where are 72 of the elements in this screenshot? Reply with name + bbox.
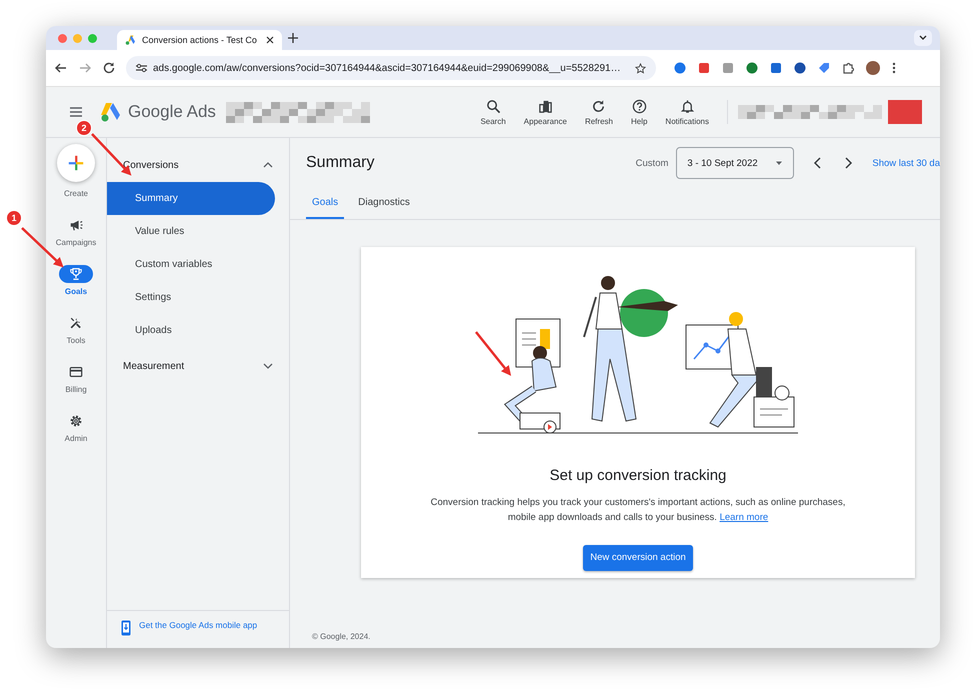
card-heading: Set up conversion tracking [550, 467, 726, 484]
caret-icon [775, 159, 784, 167]
page-tab[interactable]: Goals [306, 188, 344, 219]
back-icon[interactable] [54, 61, 68, 75]
learn-more-link[interactable]: Learn more [720, 512, 768, 523]
phone-download-icon [121, 620, 131, 636]
nav-item[interactable]: Summary [107, 182, 275, 215]
ads-logo-icon [100, 102, 122, 122]
extension-icon[interactable] [818, 62, 830, 74]
nav-item[interactable]: Custom variables [107, 248, 275, 281]
more-options-icon[interactable] [892, 62, 896, 74]
product-name: Google Ads [128, 102, 216, 122]
header-action[interactable]: Notifications [659, 98, 715, 126]
create-button[interactable]: Create [46, 144, 106, 198]
browser-tab[interactable]: Conversion actions - Test Co [117, 30, 282, 50]
url-text: ads.google.com/aw/conversions?ocid=307164944&ascid=307164944&euid=299069908&__u=5528291… [153, 62, 622, 74]
menu-icon[interactable] [68, 104, 84, 120]
reload-icon[interactable] [102, 61, 116, 75]
credit-card-icon [69, 365, 83, 379]
extension-icon[interactable] [746, 62, 758, 74]
trophy-icon [69, 267, 83, 281]
page-tab[interactable]: Diagnostics [352, 188, 416, 219]
profile-avatar[interactable] [866, 61, 880, 75]
nav-item[interactable]: Value rules [107, 215, 275, 248]
extension-icon[interactable] [674, 62, 686, 74]
star-icon[interactable] [635, 62, 646, 74]
chevron-down-icon [919, 35, 927, 41]
rail-item[interactable]: Billing [46, 363, 106, 394]
extension-icon[interactable] [842, 62, 854, 74]
extension-icon[interactable] [794, 62, 806, 74]
chevron-up-icon [263, 160, 273, 170]
copyright-text: © Google, 2024. [311, 632, 372, 643]
show-last-link[interactable]: Show last 30 da [872, 158, 940, 168]
nav-group[interactable]: Conversions [107, 154, 289, 176]
bar-chart-icon [538, 98, 553, 114]
tab-title: Conversion actions - Test Co [142, 35, 258, 45]
extension-icon[interactable] [770, 62, 782, 74]
site-settings-icon[interactable] [136, 63, 147, 73]
header-action[interactable]: Appearance [518, 98, 573, 126]
mobile-app-link[interactable]: Get the Google Ads mobile app [139, 620, 269, 631]
address-bar[interactable]: ads.google.com/aw/conversions?ocid=307164944&ascid=307164944&euid=299069908&__u=5528291… [126, 56, 656, 80]
rail-item[interactable]: Campaigns [46, 216, 106, 247]
search-icon [486, 98, 501, 114]
nav-group[interactable]: Measurement [107, 355, 289, 377]
extension-icon[interactable] [698, 62, 710, 74]
tab-menu-button[interactable] [914, 30, 932, 46]
rail-item[interactable]: Admin [46, 412, 106, 443]
help-icon [632, 98, 647, 114]
rail-item[interactable]: Tools [46, 314, 106, 345]
date-label: Custom [636, 158, 668, 168]
chevron-down-icon [263, 361, 273, 371]
header-action[interactable]: Help [624, 98, 654, 126]
page-title: Summary [306, 154, 374, 172]
new-conversion-action-button[interactable]: New conversion action [583, 544, 693, 571]
bell-icon [680, 98, 695, 114]
tools-icon [69, 316, 83, 330]
ads-logo-icon [125, 35, 136, 45]
date-range-dropdown[interactable]: 3 - 10 Sept 2022 [676, 147, 794, 179]
rail-item[interactable]: Goals [46, 265, 106, 296]
new-tab-icon[interactable] [288, 33, 298, 43]
header-action[interactable]: Refresh [578, 98, 619, 126]
settings-icon [69, 414, 83, 428]
plus-icon [67, 154, 85, 172]
annotation-arrow [475, 331, 512, 376]
refresh-icon [591, 98, 606, 114]
card-description: Conversion tracking helps you track your customers's important actions, such as online purchases, mobile app downloads and calls to your business. Learn more [430, 496, 846, 525]
header-action[interactable]: Search [474, 98, 512, 126]
annotation-badge: 1 [6, 210, 22, 226]
nav-item[interactable]: Uploads [107, 314, 275, 347]
close-icon[interactable] [266, 36, 274, 44]
megaphone-icon [69, 218, 83, 232]
nav-item[interactable]: Settings [107, 281, 275, 314]
